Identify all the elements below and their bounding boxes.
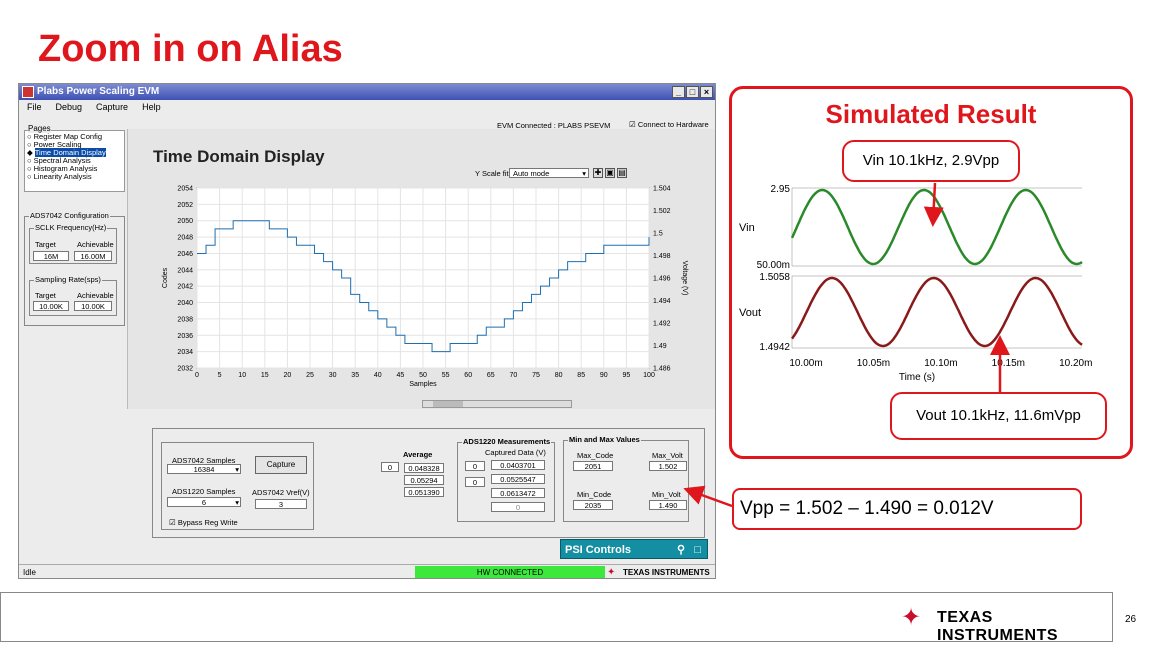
vpp-callout: Vpp = 1.502 – 1.490 = 0.012V [732, 488, 1082, 530]
footer-brand: Texas Instruments [937, 609, 1059, 644]
vpp-arrow [683, 485, 733, 508]
annotation-arrows [683, 182, 1010, 508]
ti-logo-icon: ✦ [901, 604, 922, 631]
vin-arrow [923, 182, 944, 227]
slide-footer: ✦ Texas Instruments [0, 592, 1113, 644]
page-number: 26 [1125, 614, 1137, 625]
